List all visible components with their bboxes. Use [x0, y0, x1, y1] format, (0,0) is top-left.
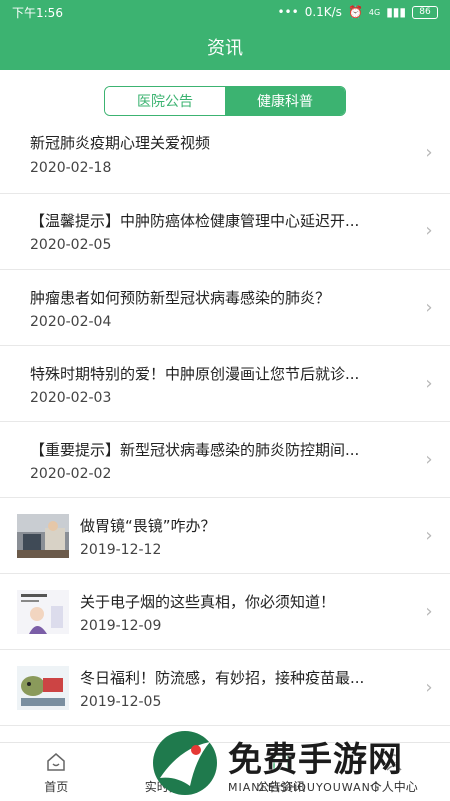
page-title: 资讯: [207, 34, 243, 60]
chevron-right-icon: ›: [420, 603, 438, 621]
chevron-right-icon: ›: [420, 451, 438, 469]
article-date: 2019-12-12: [80, 542, 161, 558]
article-date: 2020-02-03: [30, 390, 111, 406]
list-item[interactable]: 关于电子烟的这些真相，你必须知道！ 2019-12-09 ›: [0, 574, 450, 650]
chevron-right-icon: ›: [420, 222, 438, 240]
tab-hospital-announcement[interactable]: 医院公告: [105, 87, 225, 115]
segment-tabs: 医院公告 健康科普: [104, 86, 346, 116]
watermark-subtitle: MIANFEISHOUYOUWANG: [228, 781, 403, 794]
dots-icon: •••: [277, 5, 298, 19]
article-date: 2020-02-04: [30, 314, 111, 330]
chevron-right-icon: ›: [420, 144, 438, 162]
list-item[interactable]: 特殊时期特别的爱！中肿原创漫画让您节后就诊... 2020-02-03 ›: [0, 346, 450, 422]
list-item[interactable]: 肿瘤患者如何预防新型冠状病毒感染的肺炎？ 2020-02-04 ›: [0, 270, 450, 346]
list-item[interactable]: 【重要提示】新型冠状病毒感染的肺炎防控期间... 2020-02-02 ›: [0, 422, 450, 498]
app-header: 资讯: [0, 24, 450, 70]
article-title: 【温馨提示】中肿防癌体检健康管理中心延迟开...: [30, 210, 400, 231]
nav-label: 首页: [44, 778, 68, 795]
watermark-text: 免费手游网 MIANFEISHOUYOUWANG: [228, 732, 403, 794]
article-date: 2019-12-09: [80, 618, 161, 634]
chevron-right-icon: ›: [420, 299, 438, 317]
status-icons: ••• 0.1K/s ⏰ 4G ▮▮▮ 86: [277, 5, 438, 19]
article-title: 肿瘤患者如何预防新型冠状病毒感染的肺炎？: [30, 287, 400, 308]
article-date: 2019-12-05: [80, 694, 161, 710]
signal-label: 4G: [369, 8, 380, 17]
network-speed: 0.1K/s: [305, 5, 342, 19]
cartoon-thumbnail-icon: [17, 666, 69, 710]
photo-thumbnail-icon: [17, 514, 69, 558]
battery-icon: 86: [412, 6, 438, 19]
watermark-logo-icon: [150, 728, 220, 798]
article-date: 2020-02-18: [30, 160, 111, 176]
article-title: 冬日福利！防流感，有妙招，接种疫苗最...: [80, 667, 400, 688]
watermark-title: 免费手游网: [228, 732, 403, 781]
signal-icon: ▮▮▮: [386, 5, 406, 19]
article-title: 新冠肺炎疫期心理关爱视频: [30, 132, 400, 153]
article-list: 新冠肺炎疫期心理关爱视频 2020-02-18 › 【温馨提示】中肿防癌体检健康…: [0, 120, 450, 726]
article-date: 2020-02-05: [30, 237, 111, 253]
cartoon-thumbnail-icon: [17, 590, 69, 634]
chevron-right-icon: ›: [420, 375, 438, 393]
alarm-icon: ⏰: [348, 5, 363, 19]
list-item[interactable]: 【温馨提示】中肿防癌体检健康管理中心延迟开... 2020-02-05 ›: [0, 194, 450, 270]
article-title: 关于电子烟的这些真相，你必须知道！: [80, 591, 400, 612]
home-icon: [46, 752, 66, 772]
list-item[interactable]: 新冠肺炎疫期心理关爱视频 2020-02-18 ›: [0, 120, 450, 194]
list-item[interactable]: 冬日福利！防流感，有妙招，接种疫苗最... 2019-12-05 ›: [0, 650, 450, 726]
article-title: 【重要提示】新型冠状病毒感染的肺炎防控期间...: [30, 439, 400, 460]
status-time: 下午1:56: [12, 4, 63, 21]
list-item[interactable]: 做胃镜“畏镜”咋办？ 2019-12-12 ›: [0, 498, 450, 574]
status-bar: 下午1:56 ••• 0.1K/s ⏰ 4G ▮▮▮ 86: [0, 0, 450, 24]
article-title: 特殊时期特别的爱！中肿原创漫画让您节后就诊...: [30, 363, 400, 384]
nav-home[interactable]: 首页: [0, 743, 113, 801]
article-title: 做胃镜“畏镜”咋办？: [80, 515, 400, 536]
chevron-right-icon: ›: [420, 527, 438, 545]
article-date: 2020-02-02: [30, 466, 111, 482]
watermark: 免费手游网 MIANFEISHOUYOUWANG: [150, 726, 450, 800]
chevron-right-icon: ›: [420, 679, 438, 697]
tab-health-science[interactable]: 健康科普: [225, 87, 345, 115]
